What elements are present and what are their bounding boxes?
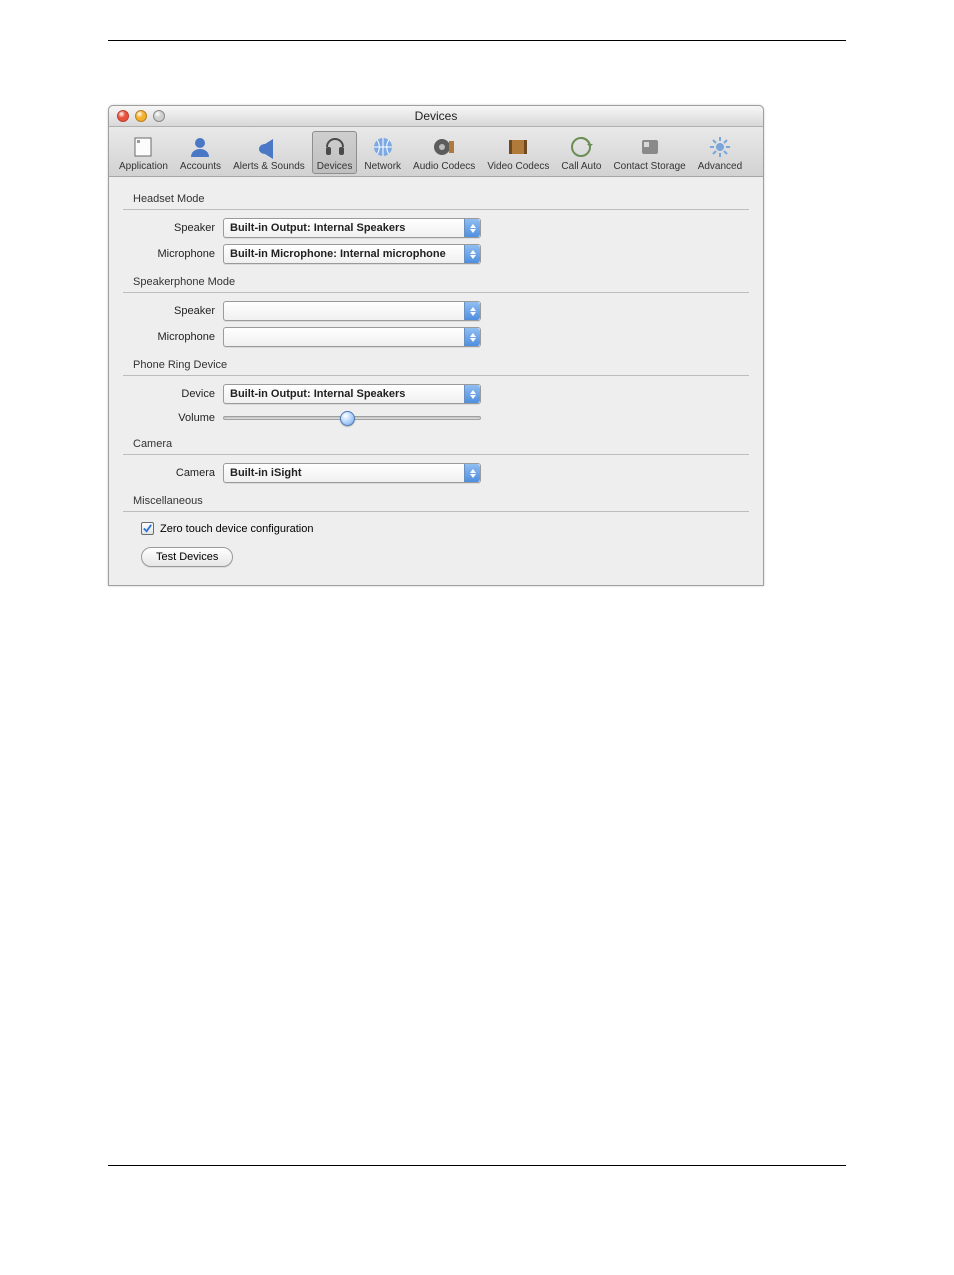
headset-speaker-label: Speaker [123, 222, 223, 234]
devices-panel: Headset Mode Speaker Built-in Output: In… [109, 177, 763, 585]
popup-arrows-icon [464, 219, 480, 237]
ring-device-label: Device [123, 388, 223, 400]
popup-arrows-icon [464, 464, 480, 482]
tab-contact-storage[interactable]: Contact Storage [608, 131, 690, 174]
speakerphone-speaker-popup[interactable] [223, 301, 481, 321]
zero-touch-label: Zero touch device configuration [160, 523, 313, 535]
ring-volume-label: Volume [123, 412, 223, 424]
video-codecs-icon [504, 134, 532, 160]
check-icon [142, 523, 153, 534]
devices-icon [321, 134, 349, 160]
popup-arrows-icon [464, 328, 480, 346]
camera-label: Camera [123, 467, 223, 479]
tab-network[interactable]: Network [359, 131, 406, 174]
popup-arrows-icon [464, 245, 480, 263]
tab-call-auto[interactable]: Call Auto [556, 131, 606, 174]
call-auto-icon [567, 134, 595, 160]
tab-audio-codecs[interactable]: Audio Codecs [408, 131, 480, 174]
section-camera-title: Camera [123, 432, 749, 452]
tab-devices[interactable]: Devices [312, 131, 358, 174]
camera-popup[interactable]: Built-in iSight [223, 463, 481, 483]
popup-arrows-icon [464, 385, 480, 403]
accounts-icon [186, 134, 214, 160]
ring-volume-slider[interactable] [223, 410, 481, 426]
headset-speaker-popup[interactable]: Built-in Output: Internal Speakers [223, 218, 481, 238]
speakerphone-mic-popup[interactable] [223, 327, 481, 347]
tab-video-codecs[interactable]: Video Codecs [482, 131, 554, 174]
network-icon [369, 134, 397, 160]
zero-touch-checkbox[interactable] [141, 522, 154, 535]
speakerphone-speaker-label: Speaker [123, 305, 223, 317]
preferences-window: Devices Application Accounts Alerts & So… [108, 105, 764, 586]
tab-accounts[interactable]: Accounts [175, 131, 226, 174]
section-speakerphone-title: Speakerphone Mode [123, 270, 749, 290]
tab-alerts-sounds[interactable]: Alerts & Sounds [228, 131, 310, 174]
application-icon [129, 134, 157, 160]
preferences-toolbar: Application Accounts Alerts & Sounds Dev… [109, 127, 763, 177]
advanced-icon [706, 134, 734, 160]
section-ring-title: Phone Ring Device [123, 353, 749, 373]
section-headset-title: Headset Mode [123, 187, 749, 207]
test-devices-button[interactable]: Test Devices [141, 547, 233, 567]
alerts-sounds-icon [255, 134, 283, 160]
ring-device-popup[interactable]: Built-in Output: Internal Speakers [223, 384, 481, 404]
audio-codecs-icon [430, 134, 458, 160]
contact-storage-icon [636, 134, 664, 160]
tab-advanced[interactable]: Advanced [693, 131, 747, 174]
popup-arrows-icon [464, 302, 480, 320]
speakerphone-mic-label: Microphone [123, 331, 223, 343]
headset-mic-label: Microphone [123, 248, 223, 260]
titlebar: Devices [109, 106, 763, 127]
window-title: Devices [109, 109, 763, 123]
tab-application[interactable]: Application [114, 131, 173, 174]
section-misc-title: Miscellaneous [123, 489, 749, 509]
headset-mic-popup[interactable]: Built-in Microphone: Internal microphone [223, 244, 481, 264]
